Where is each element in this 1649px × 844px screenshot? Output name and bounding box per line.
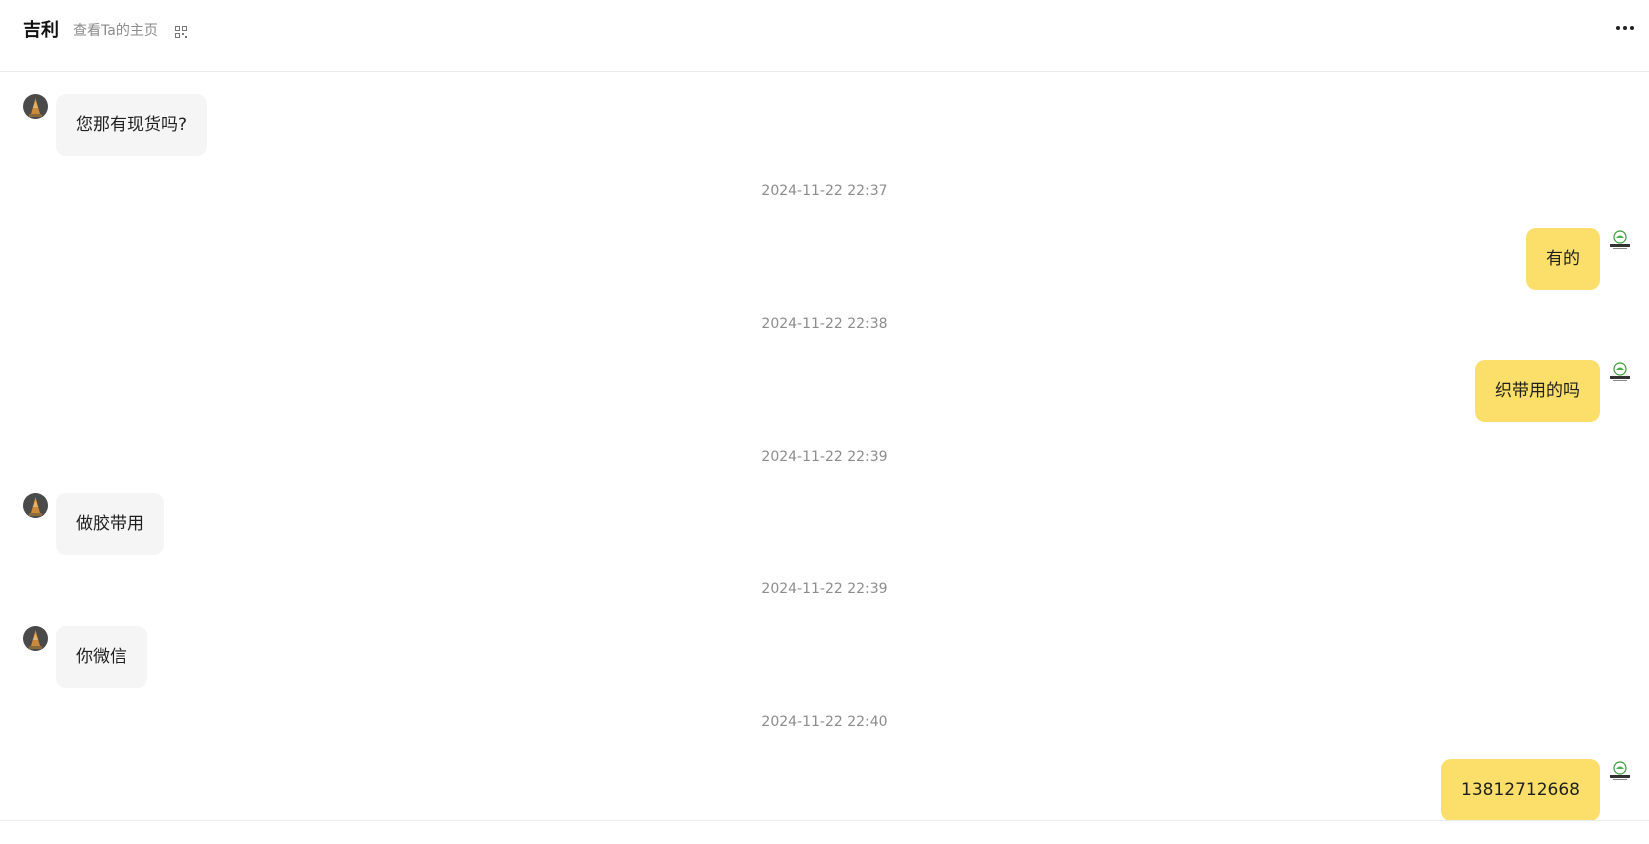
view-profile-link[interactable]: 查看Ta的主页 <box>73 20 158 40</box>
outgoing-message-bubble[interactable]: 有的 <box>1526 228 1600 290</box>
incoming-message-bubble[interactable]: 做胶带用 <box>56 493 164 555</box>
contact-avatar[interactable] <box>23 94 48 119</box>
incoming-message-bubble[interactable]: 你微信 <box>56 626 147 688</box>
user-avatar[interactable] <box>1608 228 1632 252</box>
contact-name: 吉利 <box>23 20 59 41</box>
outgoing-message-bubble[interactable]: 13812712668 <box>1441 759 1600 820</box>
message-timestamp: 2024-11-22 22:37 <box>761 183 888 199</box>
user-avatar[interactable] <box>1608 759 1632 783</box>
user-avatar[interactable] <box>1608 360 1632 384</box>
message-list[interactable]: 您那有现货吗? 2024-11-22 22:37 有的 2024-11-22 2… <box>0 72 1649 820</box>
message-timestamp: 2024-11-22 22:39 <box>761 581 888 597</box>
qr-code-icon[interactable] <box>175 23 187 38</box>
message-timestamp: 2024-11-22 22:39 <box>761 449 888 465</box>
contact-avatar[interactable] <box>23 626 48 651</box>
contact-avatar[interactable] <box>23 493 48 518</box>
outgoing-message-bubble[interactable]: 织带用的吗 <box>1475 360 1600 422</box>
chat-header: 吉利 查看Ta的主页 <box>0 0 1649 72</box>
message-timestamp: 2024-11-22 22:40 <box>761 714 888 730</box>
message-timestamp: 2024-11-22 22:38 <box>761 316 888 332</box>
incoming-message-bubble[interactable]: 您那有现货吗? <box>56 94 208 156</box>
more-options-icon[interactable] <box>1615 20 1635 36</box>
input-area-divider <box>0 820 1649 844</box>
